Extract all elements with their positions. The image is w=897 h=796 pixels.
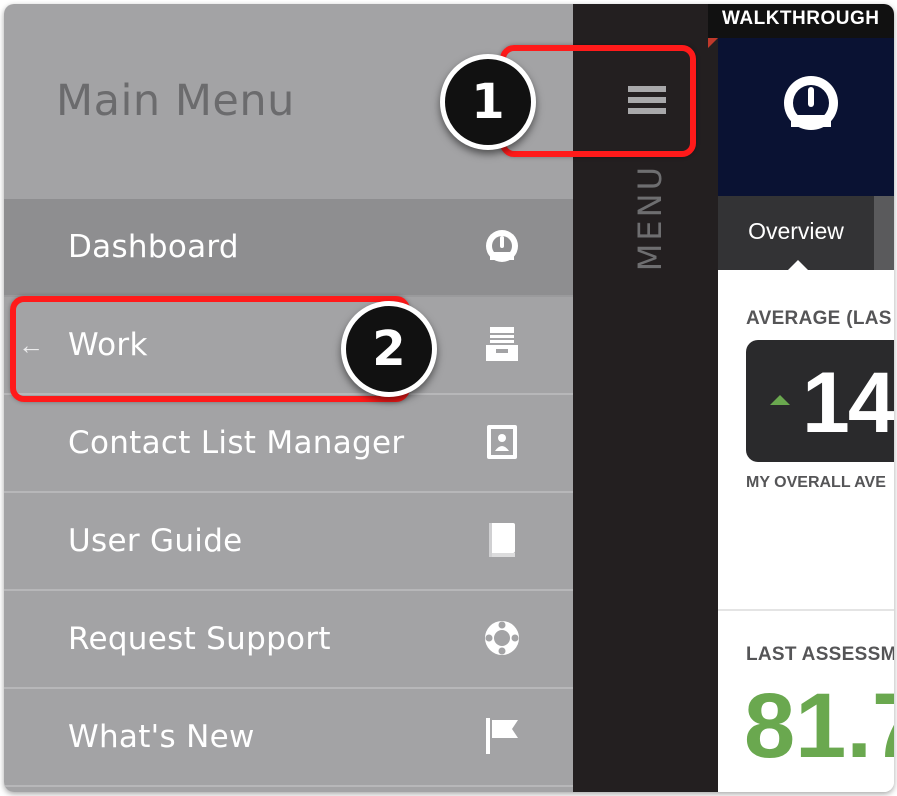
active-tab-caret bbox=[788, 260, 808, 270]
average-card-label: AVERAGE (LAS bbox=[746, 308, 892, 329]
app-window: Main Menu Dashboard ← Work Contact List … bbox=[4, 4, 894, 792]
menu-item-label: Dashboard bbox=[68, 229, 239, 265]
inbox-tray-icon bbox=[482, 324, 522, 364]
main-menu-list: Dashboard ← Work Contact List Manager Us… bbox=[4, 199, 573, 787]
flag-icon bbox=[482, 716, 522, 756]
menu-item-whats-new[interactable]: What's New bbox=[4, 689, 573, 787]
average-score-value: 14 bbox=[802, 355, 894, 451]
menu-item-label: User Guide bbox=[68, 523, 243, 559]
tab-overview[interactable]: Overview bbox=[718, 196, 874, 270]
book-icon bbox=[482, 520, 522, 560]
menu-item-label: Contact List Manager bbox=[68, 425, 405, 461]
callout-badge-1: 1 bbox=[440, 54, 536, 150]
main-menu-title: Main Menu bbox=[56, 76, 295, 126]
menu-tab-label: MENU bbox=[631, 164, 669, 272]
app-top-bar bbox=[718, 38, 894, 196]
average-score-box: 14 bbox=[746, 340, 894, 462]
menu-item-label: What's New bbox=[68, 719, 255, 755]
walkthrough-tag-corner bbox=[708, 38, 718, 48]
menu-item-user-guide[interactable]: User Guide bbox=[4, 493, 573, 591]
last-assessment-value: 81.7 bbox=[744, 675, 894, 777]
last-assessment-label: LAST ASSESSM bbox=[746, 644, 894, 665]
tab-next[interactable] bbox=[874, 196, 894, 270]
contact-card-icon bbox=[482, 422, 522, 462]
average-sub-label: MY OVERALL AVE bbox=[746, 474, 886, 491]
trend-up-icon bbox=[770, 395, 790, 405]
callout-badge-2: 2 bbox=[341, 301, 437, 397]
menu-item-request-support[interactable]: Request Support bbox=[4, 591, 573, 689]
divider bbox=[718, 609, 894, 611]
lifebuoy-icon bbox=[482, 618, 522, 658]
menu-item-contact-list-manager[interactable]: Contact List Manager bbox=[4, 395, 573, 493]
walkthrough-tag: WALKTHROUGH bbox=[708, 4, 894, 38]
menu-item-dashboard[interactable]: Dashboard bbox=[4, 199, 573, 297]
dashboard-content: WALKTHROUGH Overview AVERAGE (LAS 14 MY … bbox=[708, 4, 894, 792]
menu-item-label: Request Support bbox=[68, 621, 331, 657]
gauge-icon bbox=[482, 226, 522, 266]
gauge-icon[interactable] bbox=[781, 73, 841, 133]
tab-bar: Overview bbox=[718, 196, 894, 270]
